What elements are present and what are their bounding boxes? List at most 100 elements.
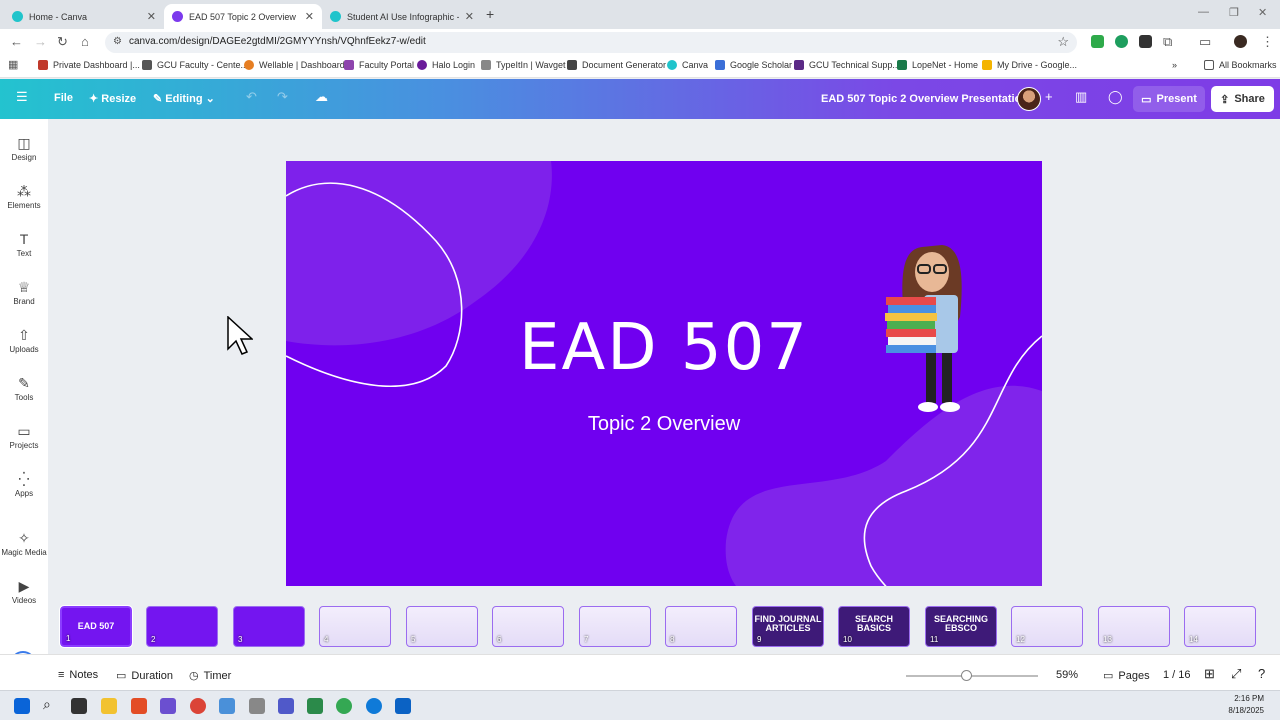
page-thumbnail[interactable]: 12 [1011, 606, 1083, 647]
app-icon[interactable] [249, 698, 265, 714]
page-thumbnail[interactable]: 7 [579, 606, 651, 647]
rail-brand[interactable]: ♕ Brand [0, 279, 48, 306]
bookmark[interactable]: LopeNet - Home [897, 60, 978, 70]
present-button[interactable]: ▭ Present [1133, 86, 1205, 112]
page-thumbnail[interactable]: 2 [146, 606, 218, 647]
tab-student-ai[interactable]: Student AI Use Infographic - Inf ✕ [322, 4, 482, 29]
page-thumbnail[interactable]: EAD 507 1 [59, 605, 133, 648]
fullscreen-icon[interactable]: ⤢ [1231, 666, 1241, 682]
grid-view-icon[interactable]: ⊞ [1204, 666, 1215, 682]
page-thumbnail[interactable]: FIND JOURNAL ARTICLES 9 [752, 606, 824, 647]
extension-icon[interactable] [1091, 35, 1104, 48]
file-menu[interactable]: File [54, 92, 73, 104]
insights-chart-icon[interactable]: ▥ [1075, 89, 1087, 105]
bookmark[interactable]: Faculty Portal [344, 60, 414, 70]
menu-dots-icon[interactable]: ⋮ [1261, 34, 1274, 50]
outlook-icon[interactable] [395, 698, 411, 714]
chrome-icon[interactable] [190, 698, 206, 714]
microsoft-store-icon[interactable] [131, 698, 147, 714]
page-thumbnail[interactable]: 13 [1098, 606, 1170, 647]
url-field[interactable]: ⚙ canva.com/design/DAGEe2gtdMI/2GMYYYnsh… [105, 32, 1077, 53]
extensions-puzzle-icon[interactable]: ⧉ [1163, 34, 1172, 50]
notes-button[interactable]: ≡ Notes [58, 669, 98, 681]
tab-ead-507[interactable]: EAD 507 Topic 2 Overview Pres ✕ [164, 4, 322, 29]
bookmark[interactable]: Document Generator [567, 60, 666, 70]
avatar[interactable] [1017, 87, 1041, 111]
cloud-save-icon[interactable]: ☁ [315, 89, 328, 105]
page-thumbnail[interactable]: 4 [319, 606, 391, 647]
page-thumbnail[interactable]: SEARCHING EBSCO 11 [925, 606, 997, 647]
side-panel-icon[interactable]: ▭ [1199, 34, 1211, 50]
reload-icon[interactable]: ↻ [57, 34, 68, 50]
pages-button[interactable]: ▭ Pages [1103, 669, 1150, 683]
bitmoji-books-image[interactable] [882, 237, 982, 417]
all-bookmarks[interactable]: All Bookmarks [1204, 60, 1277, 70]
menu-icon[interactable]: ☰ [16, 89, 28, 105]
restore-icon[interactable]: ❐ [1229, 6, 1239, 19]
file-explorer-icon[interactable] [101, 698, 117, 714]
page-thumbnail[interactable]: 6 [492, 606, 564, 647]
page-thumbnail[interactable]: SEARCH BASICS 10 [838, 606, 910, 647]
search-icon[interactable]: ⌕ [43, 696, 59, 712]
bookmark[interactable]: GCU Faculty - Cente... [142, 60, 248, 70]
document-title[interactable]: EAD 507 Topic 2 Overview Presentation [821, 93, 1028, 105]
rail-text[interactable]: T Text [0, 231, 48, 258]
app-icon[interactable] [160, 698, 176, 714]
extension-icon[interactable] [1139, 35, 1152, 48]
add-collaborator-icon[interactable]: + [1045, 89, 1053, 104]
zoom-level[interactable]: 59% [1056, 669, 1078, 681]
duration-button[interactable]: ▭ Duration [116, 669, 173, 683]
page-thumbnail[interactable]: 5 [406, 606, 478, 647]
rail-uploads[interactable]: ⇧ Uploads [0, 327, 48, 354]
forward-icon[interactable]: → [34, 34, 47, 49]
close-icon[interactable]: ✕ [147, 10, 156, 23]
timer-button[interactable]: ◷ Timer [189, 669, 231, 683]
windows-start-icon[interactable] [14, 698, 30, 714]
minimize-icon[interactable]: — [1198, 6, 1209, 18]
redo-icon[interactable]: ↷ [277, 89, 288, 105]
close-icon[interactable]: ✕ [305, 10, 314, 23]
close-window-icon[interactable]: ✕ [1258, 6, 1267, 19]
bookmark[interactable]: TypeItIn | Wavget [481, 60, 566, 70]
bookmark-star-icon[interactable]: ☆ [1057, 34, 1069, 50]
more-bookmarks-icon[interactable]: » [1172, 60, 1177, 70]
slide-1[interactable]: EAD 507 Topic 2 Overview [286, 161, 1042, 586]
system-clock[interactable]: 2:16 PM 8/18/2025 [1228, 693, 1264, 717]
share-button[interactable]: ⇪ Share [1211, 86, 1274, 112]
rail-tools[interactable]: ✎ Tools [0, 375, 48, 402]
rail-projects[interactable]: ▭ Projects [0, 423, 48, 450]
resize-button[interactable]: ✦ Resize [89, 92, 136, 105]
apps-grid-icon[interactable]: ▦ [8, 58, 18, 71]
rail-apps[interactable]: ⁛ Apps [0, 471, 48, 498]
help-icon[interactable]: ? [1258, 666, 1265, 681]
bookmark[interactable]: Google Scholar [715, 60, 792, 70]
chrome-icon[interactable] [336, 698, 352, 714]
teams-icon[interactable] [278, 698, 294, 714]
bookmark[interactable]: Private Dashboard |... [38, 60, 140, 70]
rail-magic-media[interactable]: ✧ Magic Media [0, 530, 48, 557]
page-thumbnail[interactable]: 3 [233, 606, 305, 647]
home-icon[interactable]: ⌂ [81, 34, 89, 49]
edge-icon[interactable] [366, 698, 382, 714]
page-thumbnail[interactable]: 8 [665, 606, 737, 647]
undo-icon[interactable]: ↶ [246, 89, 257, 105]
task-view-icon[interactable] [71, 698, 87, 714]
calculator-icon[interactable] [307, 698, 323, 714]
zoom-slider-handle[interactable] [961, 670, 972, 681]
comment-icon[interactable]: ◯ [1108, 89, 1123, 105]
site-info-icon[interactable]: ⚙ [113, 36, 122, 47]
rail-design[interactable]: ◫ Design [0, 135, 48, 162]
bookmark[interactable]: Canva [667, 60, 708, 70]
extension-icon[interactable] [1115, 35, 1128, 48]
back-icon[interactable]: ← [10, 34, 23, 49]
profile-icon[interactable] [1234, 35, 1247, 48]
tab-home-canva[interactable]: Home - Canva ✕ [4, 4, 164, 29]
page-thumbnail[interactable]: 14 [1184, 606, 1256, 647]
rail-videos[interactable]: ▶ Videos [0, 578, 48, 605]
bookmark[interactable]: Wellable | Dashboard [244, 60, 345, 70]
rail-elements[interactable]: ⁂ Elements [0, 183, 48, 210]
bookmark[interactable]: GCU Technical Supp... [794, 60, 900, 70]
new-tab-button[interactable]: + [486, 6, 494, 22]
bookmark[interactable]: My Drive - Google... [982, 60, 1077, 70]
bookmark[interactable]: Halo Login [417, 60, 475, 70]
